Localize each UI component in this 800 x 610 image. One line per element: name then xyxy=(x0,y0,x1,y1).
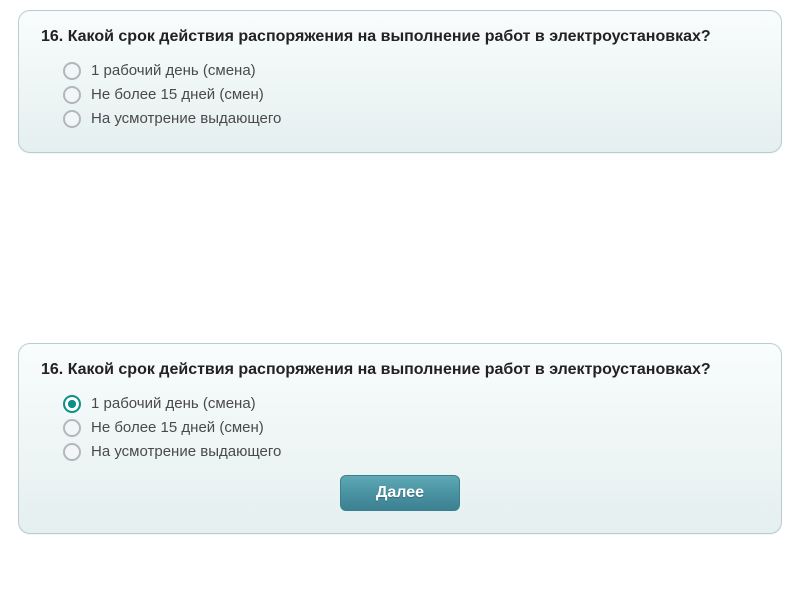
option-label: На усмотрение выдающего xyxy=(91,443,281,460)
option-label: Не более 15 дней (смен) xyxy=(91,419,264,436)
option-row-2[interactable]: Не более 15 дней (смен) xyxy=(63,419,759,437)
radio-icon xyxy=(63,110,81,128)
question-text: 16. Какой срок действия распоряжения на … xyxy=(41,27,759,48)
button-row: Далее xyxy=(41,475,759,511)
radio-icon xyxy=(63,62,81,80)
question-card-1: 16. Какой срок действия распоряжения на … xyxy=(18,10,782,153)
radio-icon xyxy=(63,419,81,437)
radio-icon xyxy=(63,86,81,104)
option-row-1[interactable]: 1 рабочий день (смена) xyxy=(63,395,759,413)
question-text: 16. Какой срок действия распоряжения на … xyxy=(41,360,759,381)
radio-icon xyxy=(63,443,81,461)
option-row-3[interactable]: На усмотрение выдающего xyxy=(63,110,759,128)
option-label: 1 рабочий день (смена) xyxy=(91,395,256,412)
option-label: 1 рабочий день (смена) xyxy=(91,62,256,79)
option-row-3[interactable]: На усмотрение выдающего xyxy=(63,443,759,461)
next-button[interactable]: Далее xyxy=(340,475,460,511)
option-label: Не более 15 дней (смен) xyxy=(91,86,264,103)
option-row-2[interactable]: Не более 15 дней (смен) xyxy=(63,86,759,104)
option-row-1[interactable]: 1 рабочий день (смена) xyxy=(63,62,759,80)
radio-icon-selected xyxy=(63,395,81,413)
option-label: На усмотрение выдающего xyxy=(91,110,281,127)
question-card-2: 16. Какой срок действия распоряжения на … xyxy=(18,343,782,534)
spacer xyxy=(0,163,800,333)
